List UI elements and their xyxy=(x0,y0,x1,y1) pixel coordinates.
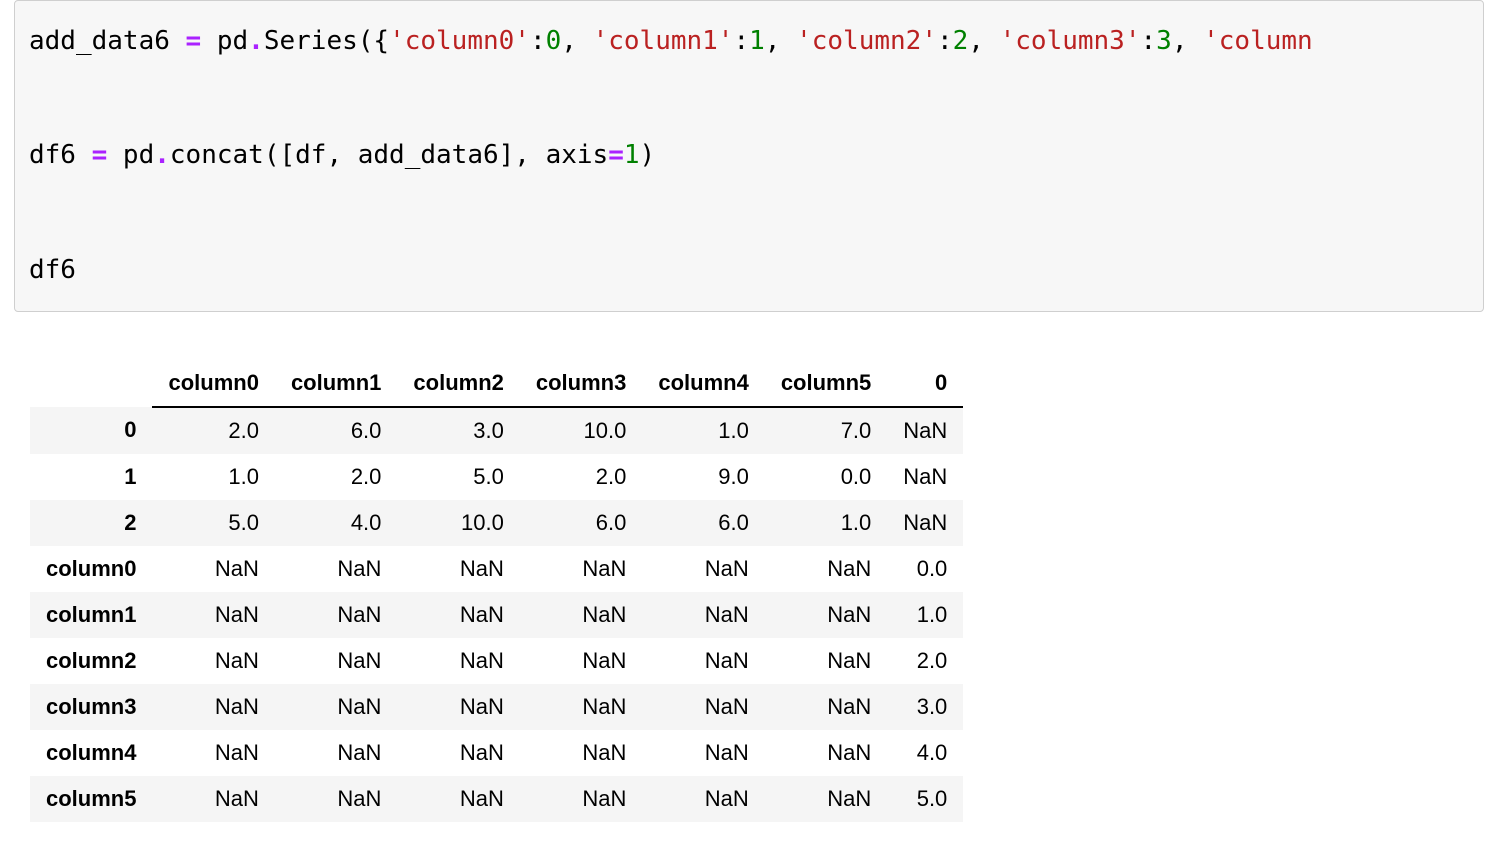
table-row: 11.02.05.02.09.00.0NaN xyxy=(30,454,963,500)
cell: 4.0 xyxy=(887,730,963,776)
table-row: 02.06.03.010.01.07.0NaN xyxy=(30,407,963,454)
row-index: column4 xyxy=(30,730,152,776)
cell: 3.0 xyxy=(887,684,963,730)
table-row: column1NaNNaNNaNNaNNaNNaN1.0 xyxy=(30,592,963,638)
table-row: column0NaNNaNNaNNaNNaNNaN0.0 xyxy=(30,546,963,592)
cell: NaN xyxy=(520,638,642,684)
cell: NaN xyxy=(275,638,397,684)
cell: 5.0 xyxy=(397,454,519,500)
code-input-cell[interactable]: add_data6 = pd.Series({'column0':0, 'col… xyxy=(14,0,1484,312)
cell: 6.0 xyxy=(275,407,397,454)
cell: NaN xyxy=(765,546,887,592)
cell: 1.0 xyxy=(642,407,764,454)
cell: 7.0 xyxy=(765,407,887,454)
row-index: column1 xyxy=(30,592,152,638)
cell: 5.0 xyxy=(887,776,963,822)
cell: 1.0 xyxy=(152,454,274,500)
cell: NaN xyxy=(275,684,397,730)
cell: NaN xyxy=(765,730,887,776)
cell-prompt-out-fragment: : xyxy=(0,206,6,232)
cell: 0.0 xyxy=(765,454,887,500)
column-header: 0 xyxy=(887,360,963,407)
cell: 5.0 xyxy=(152,500,274,546)
cell: NaN xyxy=(520,592,642,638)
cell: NaN xyxy=(642,592,764,638)
row-index: 0 xyxy=(30,407,152,454)
cell: NaN xyxy=(152,638,274,684)
output-area: column0column1column2column3column4colum… xyxy=(30,360,1500,822)
cell: NaN xyxy=(152,776,274,822)
cell: NaN xyxy=(642,638,764,684)
cell: NaN xyxy=(642,546,764,592)
cell: NaN xyxy=(397,776,519,822)
table-body: 02.06.03.010.01.07.0NaN11.02.05.02.09.00… xyxy=(30,407,963,822)
table-row: 25.04.010.06.06.01.0NaN xyxy=(30,500,963,546)
cell: NaN xyxy=(152,546,274,592)
cell: NaN xyxy=(397,684,519,730)
column-header: column1 xyxy=(275,360,397,407)
cell: 2.0 xyxy=(275,454,397,500)
cell: 2.0 xyxy=(887,638,963,684)
cell: NaN xyxy=(642,730,764,776)
cell: 4.0 xyxy=(275,500,397,546)
cell: NaN xyxy=(520,546,642,592)
cell: NaN xyxy=(275,730,397,776)
table-row: column5NaNNaNNaNNaNNaNNaN5.0 xyxy=(30,776,963,822)
cell: 10.0 xyxy=(520,407,642,454)
cell: NaN xyxy=(152,730,274,776)
column-header: column5 xyxy=(765,360,887,407)
cell: NaN xyxy=(397,730,519,776)
column-header: column2 xyxy=(397,360,519,407)
code-text: add_data6 = pd.Series({'column0':0, 'col… xyxy=(29,13,1469,299)
column-header: column0 xyxy=(152,360,274,407)
cell: NaN xyxy=(765,684,887,730)
row-index: column0 xyxy=(30,546,152,592)
index-column-header xyxy=(30,360,152,407)
cell: NaN xyxy=(765,776,887,822)
cell: NaN xyxy=(275,546,397,592)
cell: NaN xyxy=(520,776,642,822)
cell: NaN xyxy=(275,592,397,638)
dataframe-table: column0column1column2column3column4colum… xyxy=(30,360,963,822)
row-index: column5 xyxy=(30,776,152,822)
column-header: column4 xyxy=(642,360,764,407)
cell: 1.0 xyxy=(887,592,963,638)
cell: NaN xyxy=(765,592,887,638)
cell: NaN xyxy=(642,776,764,822)
table-row: column4NaNNaNNaNNaNNaNNaN4.0 xyxy=(30,730,963,776)
cell: 1.0 xyxy=(765,500,887,546)
table-row: column2NaNNaNNaNNaNNaNNaN2.0 xyxy=(30,638,963,684)
cell: NaN xyxy=(887,454,963,500)
cell: NaN xyxy=(152,592,274,638)
cell: 6.0 xyxy=(642,500,764,546)
cell: 6.0 xyxy=(520,500,642,546)
cell: NaN xyxy=(397,546,519,592)
row-index: 1 xyxy=(30,454,152,500)
row-index: column3 xyxy=(30,684,152,730)
cell: 2.0 xyxy=(152,407,274,454)
cell: NaN xyxy=(642,684,764,730)
cell: NaN xyxy=(765,638,887,684)
table-row: column3NaNNaNNaNNaNNaNNaN3.0 xyxy=(30,684,963,730)
cell: NaN xyxy=(275,776,397,822)
cell: 9.0 xyxy=(642,454,764,500)
table-header: column0column1column2column3column4colum… xyxy=(30,360,963,407)
cell: NaN xyxy=(520,730,642,776)
row-index: column2 xyxy=(30,638,152,684)
row-index: 2 xyxy=(30,500,152,546)
cell: 0.0 xyxy=(887,546,963,592)
cell: 3.0 xyxy=(397,407,519,454)
cell: NaN xyxy=(397,592,519,638)
cell: NaN xyxy=(520,684,642,730)
cell: 2.0 xyxy=(520,454,642,500)
cell: 10.0 xyxy=(397,500,519,546)
cell: NaN xyxy=(397,638,519,684)
cell: NaN xyxy=(887,407,963,454)
cell: NaN xyxy=(152,684,274,730)
cell: NaN xyxy=(887,500,963,546)
cell-prompt-in-fragment: : xyxy=(0,8,6,34)
column-header: column3 xyxy=(520,360,642,407)
